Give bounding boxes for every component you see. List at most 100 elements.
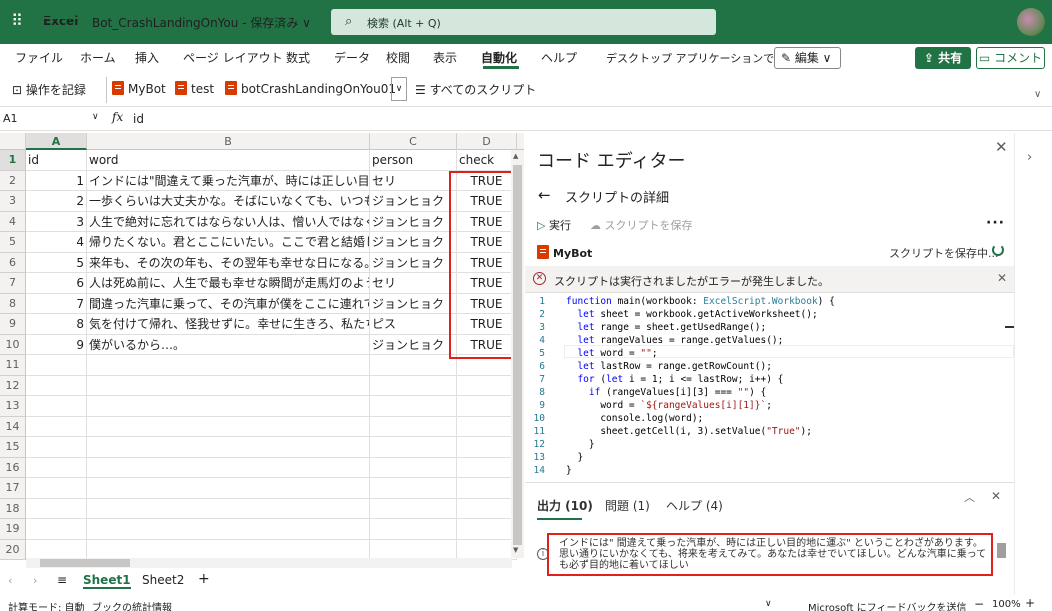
cell-word[interactable]: 帰りたくない。君とここにいたい。ここで君と結婚し <box>87 232 370 253</box>
cell-person[interactable]: ピス <box>370 314 457 335</box>
cell-word[interactable] <box>87 519 370 540</box>
cell-person[interactable] <box>370 416 457 437</box>
chevron-down-icon[interactable]: ∨ <box>92 112 99 122</box>
row-header[interactable]: 1 <box>0 150 26 171</box>
column-header-c[interactable]: C <box>370 133 457 150</box>
cell-id[interactable] <box>26 498 87 519</box>
add-sheet-button[interactable]: + <box>198 571 210 587</box>
row-header[interactable]: 7 <box>0 273 26 294</box>
code-line[interactable]: } <box>566 452 583 463</box>
cell-word[interactable] <box>87 498 370 519</box>
cell-id[interactable]: 3 <box>26 211 87 232</box>
code-line[interactable]: } <box>566 465 572 476</box>
script-test[interactable]: test <box>175 81 214 96</box>
cell-person[interactable]: person <box>370 150 457 171</box>
cell-person[interactable]: ジョンヒョク <box>370 232 457 253</box>
row-header[interactable]: 2 <box>0 170 26 191</box>
chevron-up-icon[interactable]: ︿ <box>964 489 975 505</box>
close-icon[interactable]: ✕ <box>995 138 1008 156</box>
tab-data[interactable]: データ <box>334 49 370 66</box>
cell-word[interactable] <box>87 539 370 560</box>
cell-check[interactable] <box>457 437 517 458</box>
row-header[interactable]: 10 <box>0 334 26 355</box>
feedback-link[interactable]: Microsoft にフィードバックを送信 <box>808 599 967 611</box>
cell-check[interactable] <box>457 539 517 560</box>
cell-id[interactable] <box>26 375 87 396</box>
cell-person[interactable]: ジョンヒョク <box>370 293 457 314</box>
cell-check[interactable]: check <box>457 150 517 171</box>
cell-person[interactable]: ジョンヒョク <box>370 211 457 232</box>
script-bot-crash[interactable]: botCrashLandingOnYou01 <box>225 81 396 96</box>
code-line[interactable]: } <box>566 439 595 450</box>
cell-id[interactable] <box>26 539 87 560</box>
code-line[interactable]: function main(workbook: ExcelScript.Work… <box>566 296 835 307</box>
ribbon-collapse-icon[interactable]: ∨ <box>1034 89 1041 100</box>
cell-id[interactable] <box>26 457 87 478</box>
cell-id[interactable]: 2 <box>26 191 87 212</box>
zoom-level[interactable]: 100% <box>992 599 1021 610</box>
cell-id[interactable]: id <box>26 150 87 171</box>
row-header[interactable]: 19 <box>0 519 26 540</box>
cell-word[interactable]: 人生で絶対に忘れてはならない人は、憎い人ではなく <box>87 211 370 232</box>
sheet-tab-sheet2[interactable]: Sheet2 <box>142 573 184 587</box>
column-header-d[interactable]: D <box>457 133 517 150</box>
document-name[interactable]: Bot_CrashLandingOnYou - 保存済み ∨ <box>92 14 311 31</box>
chevron-down-icon[interactable]: ∨ <box>391 77 407 101</box>
cell-word[interactable]: 来年も、その次の年も、その翌年も幸せな日になる。 <box>87 252 370 273</box>
code-line[interactable]: let rangeValues = range.getValues(); <box>566 335 783 346</box>
code-line[interactable]: word = `${rangeValues[i][1]}`; <box>566 400 772 411</box>
cell-id[interactable]: 1 <box>26 170 87 191</box>
code-line[interactable]: console.log(word); <box>566 413 703 424</box>
cell-id[interactable] <box>26 416 87 437</box>
cell-person[interactable] <box>370 355 457 376</box>
row-header[interactable]: 17 <box>0 478 26 499</box>
share-button[interactable]: ⇪ 共有 <box>915 47 971 69</box>
row-header[interactable]: 9 <box>0 314 26 335</box>
cell-id[interactable]: 8 <box>26 314 87 335</box>
cell-id[interactable]: 7 <box>26 293 87 314</box>
cell-word[interactable] <box>87 396 370 417</box>
calc-mode[interactable]: 計算モード: 自動 <box>8 599 85 611</box>
function-icon[interactable]: fx <box>112 110 123 124</box>
scroll-up-icon[interactable]: ▲ <box>513 152 518 160</box>
app-launcher-icon[interactable]: ⠿ <box>8 12 26 30</box>
cell-id[interactable] <box>26 396 87 417</box>
cell-check[interactable] <box>457 498 517 519</box>
tab-review[interactable]: 校閲 <box>386 49 410 66</box>
cell-word[interactable]: 僕がいるから…。 <box>87 334 370 355</box>
cell-check[interactable] <box>457 478 517 499</box>
cell-person[interactable] <box>370 478 457 499</box>
scroll-down-icon[interactable]: ▼ <box>513 546 518 554</box>
code-line[interactable]: sheet.getCell(i, 3).setValue("True"); <box>566 426 812 437</box>
cell-word[interactable] <box>87 375 370 396</box>
search-box[interactable]: ⌕ 検索 (Alt + Q) <box>331 9 716 35</box>
cell-check[interactable] <box>457 396 517 417</box>
name-box[interactable]: A1 <box>3 112 18 125</box>
save-script-button[interactable]: ☁ スクリプトを保存 <box>590 217 693 233</box>
code-line[interactable]: let lastRow = range.getRowCount(); <box>566 361 771 372</box>
cell-person[interactable]: ジョンヒョク <box>370 191 457 212</box>
cell-id[interactable] <box>26 478 87 499</box>
prev-sheet-icon[interactable]: ‹ <box>8 574 12 587</box>
cell-word[interactable] <box>87 355 370 376</box>
cell-check[interactable] <box>457 519 517 540</box>
horizontal-scroll-thumb[interactable] <box>40 559 130 567</box>
cell-person[interactable] <box>370 396 457 417</box>
row-header[interactable]: 18 <box>0 498 26 519</box>
row-header[interactable]: 20 <box>0 539 26 560</box>
cell-person[interactable] <box>370 519 457 540</box>
avatar[interactable] <box>1017 8 1045 36</box>
cell-check[interactable] <box>457 375 517 396</box>
output-scroll-thumb[interactable] <box>997 543 1006 558</box>
tab-formulas[interactable]: 数式 <box>286 49 310 66</box>
cell-person[interactable] <box>370 437 457 458</box>
run-button[interactable]: ▷ 実行 <box>537 217 571 233</box>
row-header[interactable]: 13 <box>0 396 26 417</box>
cell-person[interactable] <box>370 375 457 396</box>
cell-word[interactable] <box>87 457 370 478</box>
cell-word[interactable]: 人は死ぬ前に、人生で最も幸せな瞬間が走馬灯のよう <box>87 273 370 294</box>
more-options-icon[interactable]: ··· <box>986 215 1005 231</box>
cell-id[interactable]: 5 <box>26 252 87 273</box>
tab-file[interactable]: ファイル <box>15 49 63 66</box>
cell-word[interactable]: インドには"間違えて乗った汽車が、時には正しい目 <box>87 170 370 191</box>
